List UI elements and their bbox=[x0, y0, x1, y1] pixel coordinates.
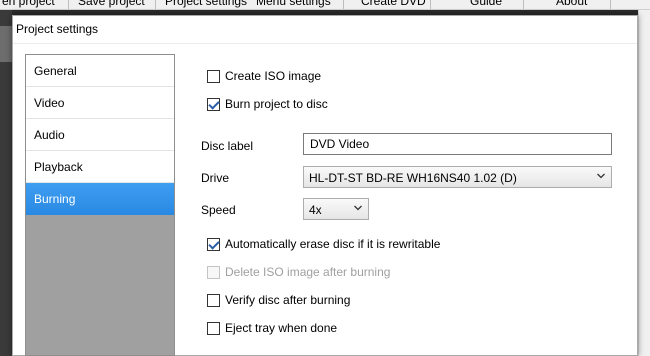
background-thumbnail bbox=[0, 26, 12, 62]
chevron-down-icon bbox=[597, 173, 605, 179]
menu-item-project-settings[interactable]: Project settings bbox=[165, 0, 247, 8]
delete-iso-label: Delete ISO image after burning bbox=[225, 265, 391, 279]
delete-iso-checkbox-row: Delete ISO image after burning bbox=[207, 265, 407, 281]
sidebar-item-video[interactable]: Video bbox=[26, 87, 174, 119]
burn-to-disc-checkbox-row[interactable]: Burn project to disc bbox=[207, 97, 367, 113]
burn-to-disc-checkbox[interactable] bbox=[207, 98, 220, 111]
background-panel-right bbox=[638, 10, 650, 356]
menu-item-guide[interactable]: Guide bbox=[470, 0, 502, 8]
chevron-down-icon bbox=[354, 205, 362, 211]
menu-divider bbox=[155, 0, 156, 9]
dialog-title: Project settings bbox=[16, 22, 99, 36]
drive-dropdown[interactable]: HL-DT-ST BD-RE WH16NS40 1.02 (D) bbox=[303, 166, 612, 188]
settings-sidebar: General Video Audio Playback Burning bbox=[25, 54, 175, 356]
disc-label-caption: Disc label bbox=[201, 139, 254, 153]
menu-item-about[interactable]: About bbox=[556, 0, 587, 8]
verify-disc-checkbox-row[interactable]: Verify disc after burning bbox=[207, 293, 377, 309]
menu-item-save-project[interactable]: Save project bbox=[78, 0, 145, 8]
project-settings-dialog: Project settings General Video Audio Pla… bbox=[12, 15, 638, 356]
menu-divider bbox=[343, 0, 344, 9]
disc-label-input[interactable] bbox=[304, 134, 611, 154]
background-panel-left bbox=[0, 10, 12, 356]
sidebar-item-label: Playback bbox=[34, 160, 83, 174]
sidebar-item-label: General bbox=[34, 64, 77, 78]
auto-erase-checkbox[interactable] bbox=[207, 238, 220, 251]
drive-caption: Drive bbox=[201, 171, 230, 185]
burn-to-disc-label: Burn project to disc bbox=[225, 97, 328, 111]
eject-tray-checkbox-row[interactable]: Eject tray when done bbox=[207, 321, 357, 337]
speed-caption: Speed bbox=[201, 203, 236, 217]
disc-label-field[interactable] bbox=[303, 133, 612, 155]
sidebar-item-label: Burning bbox=[34, 192, 76, 206]
menu-divider bbox=[610, 0, 611, 9]
eject-tray-label: Eject tray when done bbox=[225, 321, 338, 335]
sidebar-item-playback[interactable]: Playback bbox=[26, 151, 174, 183]
auto-erase-checkbox-row[interactable]: Automatically erase disc if it is rewrit… bbox=[207, 237, 467, 253]
create-iso-label: Create ISO image bbox=[225, 69, 322, 83]
sidebar-item-general[interactable]: General bbox=[26, 55, 174, 87]
create-iso-checkbox[interactable] bbox=[207, 70, 220, 83]
sidebar-item-label: Audio bbox=[34, 128, 65, 142]
title-divider bbox=[13, 43, 637, 44]
eject-tray-checkbox[interactable] bbox=[207, 322, 220, 335]
sidebar-item-burning[interactable]: Burning bbox=[26, 183, 174, 215]
sidebar-item-label: Video bbox=[34, 96, 65, 110]
speed-selected-value: 4x bbox=[309, 203, 322, 217]
verify-disc-label: Verify disc after burning bbox=[225, 293, 351, 307]
menu-divider bbox=[68, 0, 69, 9]
sidebar-item-audio[interactable]: Audio bbox=[26, 119, 174, 151]
auto-erase-label: Automatically erase disc if it is rewrit… bbox=[225, 237, 441, 251]
drive-selected-value: HL-DT-ST BD-RE WH16NS40 1.02 (D) bbox=[309, 171, 517, 185]
menu-divider bbox=[523, 0, 524, 9]
menu-item-create-dvd[interactable]: Create DVD bbox=[361, 0, 426, 8]
menu-divider bbox=[430, 0, 431, 9]
background-menu-bar: en project Save project Project settings… bbox=[0, 0, 650, 10]
menu-item-open-project[interactable]: en project bbox=[2, 0, 55, 8]
create-iso-checkbox-row[interactable]: Create ISO image bbox=[207, 69, 357, 85]
menu-item-menu-settings[interactable]: Menu settings bbox=[256, 0, 331, 8]
delete-iso-checkbox bbox=[207, 266, 220, 279]
speed-dropdown[interactable]: 4x bbox=[303, 198, 369, 220]
verify-disc-checkbox[interactable] bbox=[207, 294, 220, 307]
